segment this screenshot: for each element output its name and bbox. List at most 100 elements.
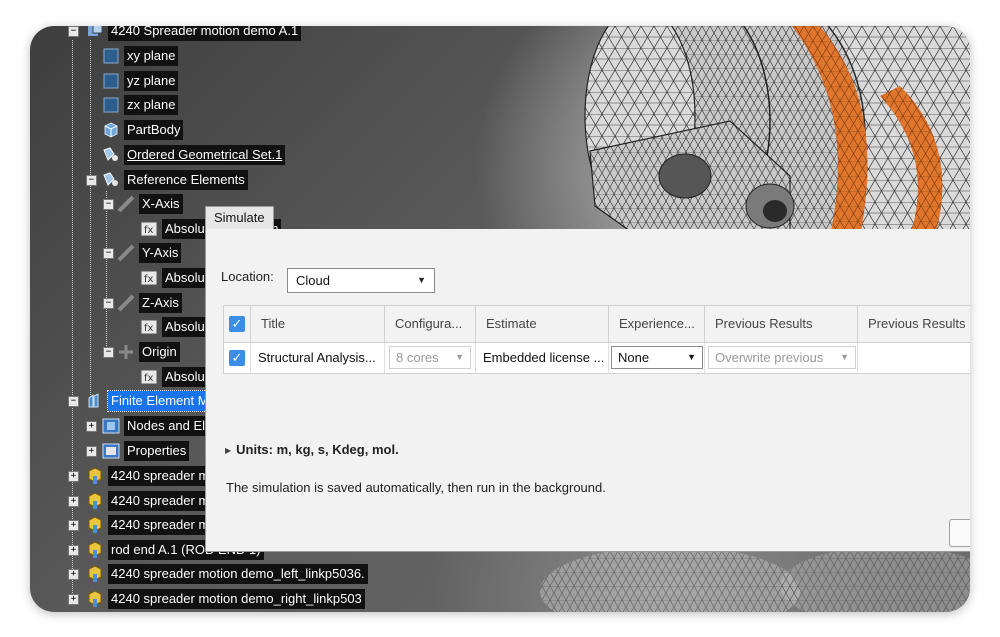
expand-toggle[interactable]: + [68, 471, 79, 482]
product-icon [88, 26, 103, 36]
units-expander[interactable]: ▶ Units: m, kg, s, Kdeg, mol. [225, 442, 399, 457]
axis-icon [117, 195, 135, 213]
parameter-icon: fx [140, 221, 158, 237]
collapse-toggle[interactable]: − [103, 347, 114, 358]
dropdown-arrow-icon: ▼ [687, 352, 696, 362]
configuration-select: 8 cores ▼ [389, 346, 471, 369]
tree-item-properties[interactable]: + Properties [86, 440, 190, 462]
tree-item-root[interactable]: − 4240 Spreader motion demo A.1 [68, 26, 302, 42]
tree-item-spreader-3[interactable]: + 4240 spreader m [68, 514, 213, 536]
component-icon [88, 492, 102, 509]
select-all-checkbox[interactable]: ✓ [229, 316, 245, 332]
tree-item-axis-param[interactable]: fx Absolu [140, 316, 208, 338]
tree-item-nodes-elements[interactable]: + Nodes and El [86, 415, 209, 437]
tree-item-yz-plane[interactable]: yz plane [102, 70, 179, 92]
tree-item-label: zx plane [124, 95, 179, 115]
geometrical-set-icon [103, 147, 118, 161]
location-value: Cloud [296, 273, 330, 288]
row-experience-cell: None ▼ [609, 343, 705, 374]
experience-select[interactable]: None ▼ [611, 346, 703, 369]
tree-item-x-axis[interactable]: − X-Axis [103, 193, 183, 215]
tree-item-label: Absolu [162, 317, 208, 337]
tree-item-origin-param[interactable]: fx Absolu [140, 366, 208, 388]
tree-item-y-axis[interactable]: − Y-Axis [103, 242, 182, 264]
tree-item-label: X-Axis [139, 194, 183, 214]
properties-icon [102, 443, 120, 459]
tree-item-z-axis[interactable]: − Z-Axis [103, 292, 182, 314]
collapse-toggle[interactable]: − [68, 396, 79, 407]
component-icon [88, 516, 102, 533]
column-header-previous-results-d[interactable]: Previous Results D [858, 305, 970, 343]
column-header-estimate[interactable]: Estimate [476, 305, 609, 343]
row-checkbox[interactable]: ✓ [229, 350, 245, 366]
tree-item-label: 4240 spreader motion demo_left_linkp5036… [108, 564, 368, 584]
simulation-description: The simulation is saved automatically, t… [226, 480, 606, 495]
column-header-title[interactable]: Title [251, 305, 385, 343]
tree-item-left-link[interactable]: + 4240 spreader motion demo_left_linkp50… [68, 563, 368, 585]
expand-toggle[interactable]: + [86, 446, 97, 457]
expand-toggle[interactable]: + [68, 520, 79, 531]
tree-item-spreader-1[interactable]: + 4240 spreader m [68, 465, 213, 487]
dropdown-arrow-icon: ▼ [417, 275, 426, 285]
row-estimate: Embedded license ... [476, 343, 609, 374]
tree-item-right-link[interactable]: + 4240 spreader motion demo_right_linkp5… [68, 588, 365, 610]
tree-item-label: Finite Element M [107, 390, 213, 412]
expand-toggle[interactable]: + [86, 421, 97, 432]
plane-icon [103, 48, 119, 64]
expand-toggle[interactable]: + [68, 545, 79, 556]
tree-item-reference-elements[interactable]: − Reference Elements [86, 169, 248, 191]
location-label: Location: [221, 269, 274, 284]
location-select[interactable]: Cloud ▼ [287, 268, 435, 293]
dialog-button[interactable] [949, 519, 970, 547]
dialog-tab-simulate[interactable]: Simulate [205, 206, 274, 229]
tree-item-label: yz plane [124, 71, 179, 91]
row-configuration-cell: 8 cores ▼ [385, 343, 476, 374]
tree-item-label: Absolu [162, 268, 208, 288]
tree-item-label: Properties [124, 441, 190, 461]
tree-item-geometrical-set[interactable]: Ordered Geometrical Set.1 [102, 144, 286, 166]
tree-item-label: 4240 spreader m [108, 491, 213, 511]
tree-connector [106, 191, 107, 356]
mesh-lower [540, 546, 800, 612]
tree-item-origin[interactable]: − Origin [103, 341, 180, 363]
tree-item-label: PartBody [124, 120, 184, 140]
tree-item-label: Y-Axis [139, 243, 182, 263]
tree-item-partbody[interactable]: PartBody [102, 119, 184, 141]
component-icon [88, 541, 102, 558]
expand-toggle[interactable]: + [68, 496, 79, 507]
component-icon [88, 590, 102, 607]
row-select-cell[interactable]: ✓ [223, 343, 251, 374]
tree-item-spreader-2[interactable]: + 4240 spreader m [68, 490, 213, 512]
fem-icon [88, 393, 99, 408]
tree-item-label: 4240 spreader m [108, 515, 213, 535]
column-header-configuration[interactable]: Configura... [385, 305, 476, 343]
tree-item-axis-param[interactable]: fx Absolu [140, 267, 208, 289]
tree-item-finite-element-model[interactable]: − Finite Element M [68, 390, 213, 412]
tree-connector [90, 40, 91, 405]
svg-text:fx: fx [144, 323, 154, 334]
experience-value: None [618, 350, 650, 365]
tree-item-label: 4240 Spreader motion demo A.1 [108, 26, 302, 41]
tree-item-zx-plane[interactable]: zx plane [102, 94, 179, 116]
column-header-experience[interactable]: Experience... [609, 305, 705, 343]
column-header-previous-results[interactable]: Previous Results [705, 305, 858, 343]
tree-item-label: xy plane [124, 46, 179, 66]
collapse-toggle[interactable]: − [103, 199, 114, 210]
geometrical-set-icon [103, 172, 118, 186]
collapse-toggle[interactable]: − [103, 298, 114, 309]
dropdown-arrow-icon: ▼ [840, 352, 849, 362]
row-previous-results-cell: Overwrite previous ▼ [705, 343, 858, 374]
select-all-cell[interactable]: ✓ [223, 305, 251, 343]
simulate-dialog: Simulate Location: Cloud ▼ ✓ Title Confi… [205, 206, 970, 552]
row-title[interactable]: Structural Analysis... [251, 343, 385, 374]
svg-text:fx: fx [144, 225, 154, 236]
row-previous-results-d [858, 343, 970, 374]
expand-toggle[interactable]: + [68, 569, 79, 580]
tree-item-xy-plane[interactable]: xy plane [102, 45, 179, 67]
collapse-toggle[interactable]: − [103, 248, 114, 259]
mesh-lower [780, 546, 970, 612]
collapse-toggle[interactable]: − [86, 175, 97, 186]
collapse-toggle[interactable]: − [68, 26, 79, 37]
axis-icon [117, 244, 135, 262]
expand-toggle[interactable]: + [68, 594, 79, 605]
